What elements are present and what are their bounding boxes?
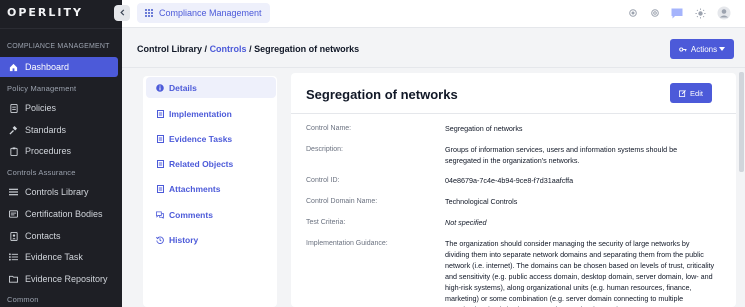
contact-book-icon: [9, 231, 18, 241]
tab-label: Evidence Tasks: [169, 133, 233, 144]
test-criteria-value: Not specified: [445, 218, 487, 227]
description-value: Groups of information services, users an…: [445, 145, 678, 165]
tab-label: Details: [169, 82, 197, 93]
sidebar-item-label: Policies: [25, 103, 57, 113]
avatar-icon[interactable]: [717, 6, 731, 20]
breadcrumb-current: Segregation of networks: [254, 44, 360, 54]
sidebar-item-label: Evidence Repository: [25, 274, 108, 284]
document-icon: [156, 134, 164, 143]
tab-evidence-tasks[interactable]: Evidence Tasks: [146, 128, 276, 149]
certificate-icon: [9, 210, 18, 219]
sidebar-item-procedures[interactable]: Procedures: [0, 141, 118, 161]
tab-label: Implementation: [169, 108, 232, 119]
header-divider: [122, 67, 745, 68]
breadcrumb-separator: /: [249, 44, 252, 54]
document-icon: [156, 109, 164, 118]
breadcrumb-controls[interactable]: Controls: [210, 44, 247, 54]
sidebar-collapse-button[interactable]: [114, 5, 130, 21]
document-icon: [156, 184, 164, 193]
actions-button[interactable]: Actions: [670, 39, 734, 59]
settings-icon[interactable]: [649, 7, 661, 19]
sidebar-item-controls-library[interactable]: Controls Library: [0, 182, 118, 202]
sidebar-item-label: Dashboard: [25, 62, 70, 72]
sidebar-item-dashboard[interactable]: Dashboard: [0, 57, 118, 77]
tab-attachments[interactable]: Attachments: [146, 178, 276, 199]
control-domain-value: Technological Controls: [445, 197, 518, 206]
home-icon: [9, 63, 18, 72]
sidebar-item-standards[interactable]: Standards: [0, 120, 118, 140]
key-icon: [679, 46, 687, 53]
sidebar-section-policy: Policy Management: [7, 84, 77, 93]
grid-icon: [145, 9, 153, 17]
sidebar-item-certification-bodies[interactable]: Certification Bodies: [0, 204, 118, 224]
app-title: Compliance Management: [159, 8, 262, 18]
tab-label: Attachments: [169, 183, 221, 194]
tab-implementation[interactable]: Implementation: [146, 103, 276, 124]
tab-label: Related Objects: [169, 158, 234, 169]
folder-icon: [9, 275, 18, 284]
sidebar-item-evidence-task[interactable]: Evidence Task: [0, 247, 118, 267]
sidebar-item-evidence-repository[interactable]: Evidence Repository: [0, 269, 118, 289]
theme-sun-icon[interactable]: [694, 7, 706, 19]
control-name-label: Control Name:: [306, 125, 352, 132]
sidebar-item-label: Controls Library: [25, 187, 89, 197]
sidebar-section-compliance: COMPLIANCE MANAGEMENT: [7, 43, 110, 50]
tab-related-objects[interactable]: Related Objects: [146, 153, 276, 174]
sidebar-item-contacts[interactable]: Contacts: [0, 226, 118, 246]
edit-label: Edit: [690, 88, 703, 98]
app-switcher[interactable]: Compliance Management: [137, 3, 270, 23]
sidebar-item-label: Certification Bodies: [25, 209, 103, 219]
description-label: Description:: [306, 146, 343, 153]
breadcrumb-control-library[interactable]: Control Library: [137, 44, 202, 54]
sidebar-divider: [0, 28, 122, 29]
comments-icon: [156, 210, 164, 219]
task-list-icon: [9, 253, 18, 262]
sidebar-item-label: Contacts: [25, 231, 61, 241]
card-divider: [291, 113, 736, 114]
tab-label: History: [169, 234, 199, 245]
test-criteria-label: Test Criteria:: [306, 219, 346, 226]
sidebar-item-label: Standards: [25, 125, 67, 135]
tab-comments[interactable]: Comments: [146, 204, 276, 225]
gavel-icon: [9, 125, 18, 135]
record-icon[interactable]: [627, 7, 639, 19]
edit-button[interactable]: Edit: [670, 83, 712, 103]
sidebar-section-common: Common: [7, 295, 39, 304]
implementation-guidance-value: The organization should consider managin…: [445, 239, 715, 307]
detail-tabs: Details Implementation Evidence Tasks Re…: [143, 76, 277, 307]
document-icon: [156, 159, 164, 168]
top-bar: Compliance Management: [122, 0, 745, 28]
clipboard-icon: [9, 146, 18, 156]
implementation-guidance-label: Implementation Guidance:: [306, 240, 388, 247]
sidebar-item-label: Procedures: [25, 146, 72, 156]
control-name-value: Segregation of networks: [445, 124, 523, 133]
control-id-value: 04e8679a-7c4e-4b94-9ce8-f7d31aafcffa: [445, 176, 574, 185]
edit-icon: [679, 89, 686, 97]
actions-label: Actions: [690, 44, 718, 54]
sidebar-item-label: Evidence Task: [25, 252, 83, 262]
control-domain-label: Control Domain Name:: [306, 198, 378, 205]
chevron-left-icon: [119, 8, 126, 18]
sidebar: OPERLITY COMPLIANCE MANAGEMENT Dashboard…: [0, 0, 122, 307]
breadcrumb-separator: /: [204, 44, 208, 54]
app-logo[interactable]: OPERLITY: [7, 6, 83, 19]
breadcrumb: Control Library / Controls / Segregation…: [137, 44, 359, 54]
sidebar-section-controls: Controls Assurance: [7, 168, 76, 177]
control-id-label: Control ID:: [306, 177, 340, 184]
details-card: Segregation of networks Edit Control Nam…: [291, 73, 736, 307]
history-icon: [156, 236, 164, 244]
document-icon: [9, 103, 18, 113]
caret-down-icon: [719, 47, 726, 51]
chat-icon[interactable]: [671, 7, 683, 19]
tab-history[interactable]: History: [146, 229, 276, 250]
page-title: Segregation of networks: [306, 87, 458, 102]
info-icon: [156, 83, 164, 92]
scrollbar-thumb[interactable]: [739, 72, 744, 172]
list-icon: [9, 188, 18, 197]
sidebar-item-policies[interactable]: Policies: [0, 98, 118, 118]
tab-details[interactable]: Details: [146, 77, 276, 98]
tab-label: Comments: [169, 209, 213, 220]
